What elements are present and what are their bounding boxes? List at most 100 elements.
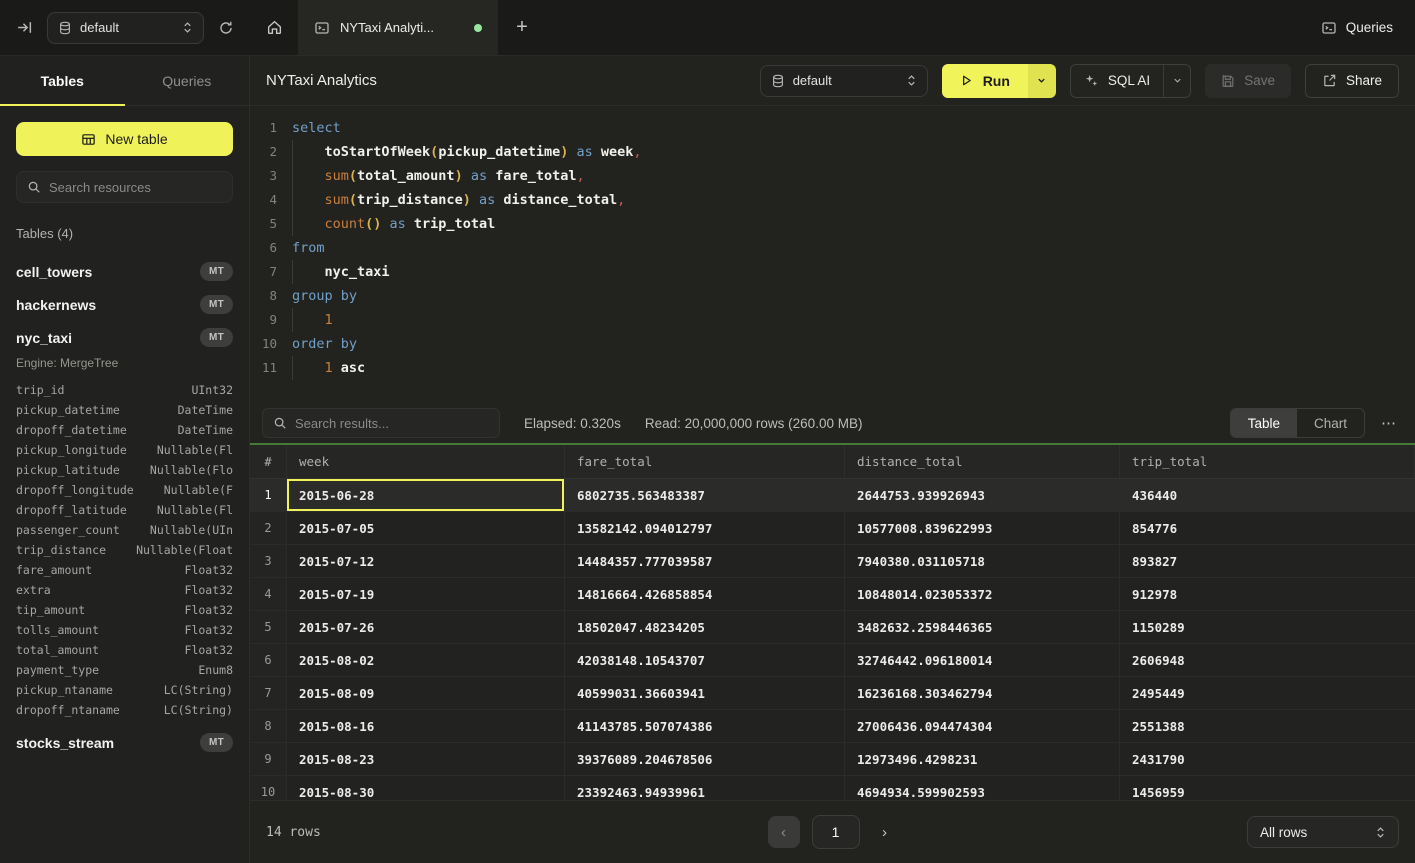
table-item-hackernews[interactable]: hackernewsMT [16,288,233,321]
cell-trip-total[interactable]: 1456959 [1120,776,1415,800]
cell-trip-total[interactable]: 854776 [1120,512,1415,544]
sidebar-search[interactable] [16,171,233,203]
collapse-sidebar-icon[interactable] [16,19,33,36]
prev-page-button[interactable]: ‹ [768,816,800,848]
sql-ai-caret[interactable] [1163,65,1190,97]
cell-week[interactable]: 2015-08-09 [287,677,565,709]
editor-line[interactable]: 3sum(total_amount) as fare_total, [250,164,1415,188]
current-page[interactable]: 1 [812,815,860,849]
selected-cell[interactable]: 2015-06-28 [287,479,565,511]
sidebar-tab-queries[interactable]: Queries [125,56,250,105]
cell-distance-total[interactable]: 4694934.599902593 [845,776,1120,800]
page-size-selector[interactable]: All rows [1247,816,1399,848]
cell-fare-total[interactable]: 6802735.563483387 [565,479,845,511]
table-item-nyc_taxi[interactable]: nyc_taxiMT [16,321,233,354]
share-button[interactable]: Share [1305,64,1399,98]
column-header-distance-total[interactable]: distance_total [845,445,1120,478]
sidebar-search-input[interactable] [49,180,222,195]
editor-line[interactable]: 1select [250,116,1415,140]
cell-week[interactable]: 2015-07-19 [287,578,565,610]
cell-trip-total[interactable]: 436440 [1120,479,1415,511]
cell-distance-total[interactable]: 10577008.839622993 [845,512,1120,544]
cell-fare-total[interactable]: 42038148.10543707 [565,644,845,676]
refresh-icon[interactable] [218,20,234,36]
results-search-input[interactable] [295,416,489,431]
view-tab-chart[interactable]: Chart [1297,409,1364,437]
cell-fare-total[interactable]: 41143785.507074386 [565,710,845,742]
sql-ai-button[interactable]: SQL AI [1070,64,1191,98]
cell-trip-total[interactable]: 1150289 [1120,611,1415,643]
row-index[interactable]: 10 [250,776,287,800]
cell-week[interactable]: 2015-07-05 [287,512,565,544]
cell-trip-total[interactable]: 2606948 [1120,644,1415,676]
cell-fare-total[interactable]: 23392463.94939961 [565,776,845,800]
editor-line[interactable]: 5count() as trip_total [250,212,1415,236]
cell-week[interactable]: 2015-08-16 [287,710,565,742]
cell-distance-total[interactable]: 2644753.939926943 [845,479,1120,511]
column-row: tip_amountFloat32 [16,600,233,620]
column-header-fare-total[interactable]: fare_total [565,445,845,478]
editor-line[interactable]: 6from [250,236,1415,260]
sql-editor[interactable]: 1select2toStartOfWeek(pickup_datetime) a… [250,106,1415,403]
results-search[interactable] [262,408,500,438]
sidebar-tab-tables[interactable]: Tables [0,56,125,105]
query-database-selector[interactable]: default [760,65,928,97]
cell-trip-total[interactable]: 2551388 [1120,710,1415,742]
table-item-cell_towers[interactable]: cell_towersMT [16,255,233,288]
save-button[interactable]: Save [1205,64,1291,98]
row-index[interactable]: 3 [250,545,287,577]
row-index[interactable]: 1 [250,479,287,511]
editor-line[interactable]: 91 [250,308,1415,332]
view-tab-table[interactable]: Table [1231,409,1297,437]
editor-line[interactable]: 2toStartOfWeek(pickup_datetime) as week, [250,140,1415,164]
cell-trip-total[interactable]: 2495449 [1120,677,1415,709]
row-index[interactable]: 6 [250,644,287,676]
home-button[interactable] [250,0,298,55]
cell-week[interactable]: 2015-07-26 [287,611,565,643]
row-index[interactable]: 7 [250,677,287,709]
table-item-stocks_stream[interactable]: stocks_streamMT [16,726,233,759]
cell-distance-total[interactable]: 7940380.031105718 [845,545,1120,577]
cell-fare-total[interactable]: 14816664.426858854 [565,578,845,610]
cell-distance-total[interactable]: 32746442.096180014 [845,644,1120,676]
next-page-button[interactable]: › [872,816,898,848]
editor-line[interactable]: 8group by [250,284,1415,308]
results-more-button[interactable]: ⋯ [1375,414,1403,432]
editor-line[interactable]: 111 asc [250,356,1415,380]
cell-distance-total[interactable]: 10848014.023053372 [845,578,1120,610]
row-index[interactable]: 4 [250,578,287,610]
database-selector[interactable]: default [47,12,204,44]
cell-week[interactable]: 2015-08-30 [287,776,565,800]
cell-trip-total[interactable]: 893827 [1120,545,1415,577]
cell-fare-total[interactable]: 18502047.48234205 [565,611,845,643]
column-header-index[interactable]: # [250,445,287,478]
cell-fare-total[interactable]: 40599031.36603941 [565,677,845,709]
run-button[interactable]: Run [942,64,1056,98]
row-index[interactable]: 9 [250,743,287,775]
queries-button[interactable]: Queries [1321,20,1393,36]
run-options-caret[interactable] [1028,64,1056,98]
cell-fare-total[interactable]: 13582142.094012797 [565,512,845,544]
cell-trip-total[interactable]: 912978 [1120,578,1415,610]
row-index[interactable]: 8 [250,710,287,742]
cell-distance-total[interactable]: 12973496.4298231 [845,743,1120,775]
cell-distance-total[interactable]: 27006436.094474304 [845,710,1120,742]
column-header-trip-total[interactable]: trip_total [1120,445,1415,478]
cell-week[interactable]: 2015-08-02 [287,644,565,676]
editor-line[interactable]: 4sum(trip_distance) as distance_total, [250,188,1415,212]
editor-line[interactable]: 10order by [250,332,1415,356]
tab-nytaxi-analytics[interactable]: NYTaxi Analyti... [298,0,498,55]
column-header-week[interactable]: week [287,445,565,478]
cell-week[interactable]: 2015-07-12 [287,545,565,577]
cell-distance-total[interactable]: 16236168.303462794 [845,677,1120,709]
row-index[interactable]: 5 [250,611,287,643]
cell-fare-total[interactable]: 14484357.777039587 [565,545,845,577]
cell-trip-total[interactable]: 2431790 [1120,743,1415,775]
new-table-button[interactable]: New table [16,122,233,156]
row-index[interactable]: 2 [250,512,287,544]
cell-distance-total[interactable]: 3482632.2598446365 [845,611,1120,643]
cell-week[interactable]: 2015-08-23 [287,743,565,775]
cell-fare-total[interactable]: 39376089.204678506 [565,743,845,775]
new-tab-button[interactable]: + [498,0,546,55]
editor-line[interactable]: 7nyc_taxi [250,260,1415,284]
